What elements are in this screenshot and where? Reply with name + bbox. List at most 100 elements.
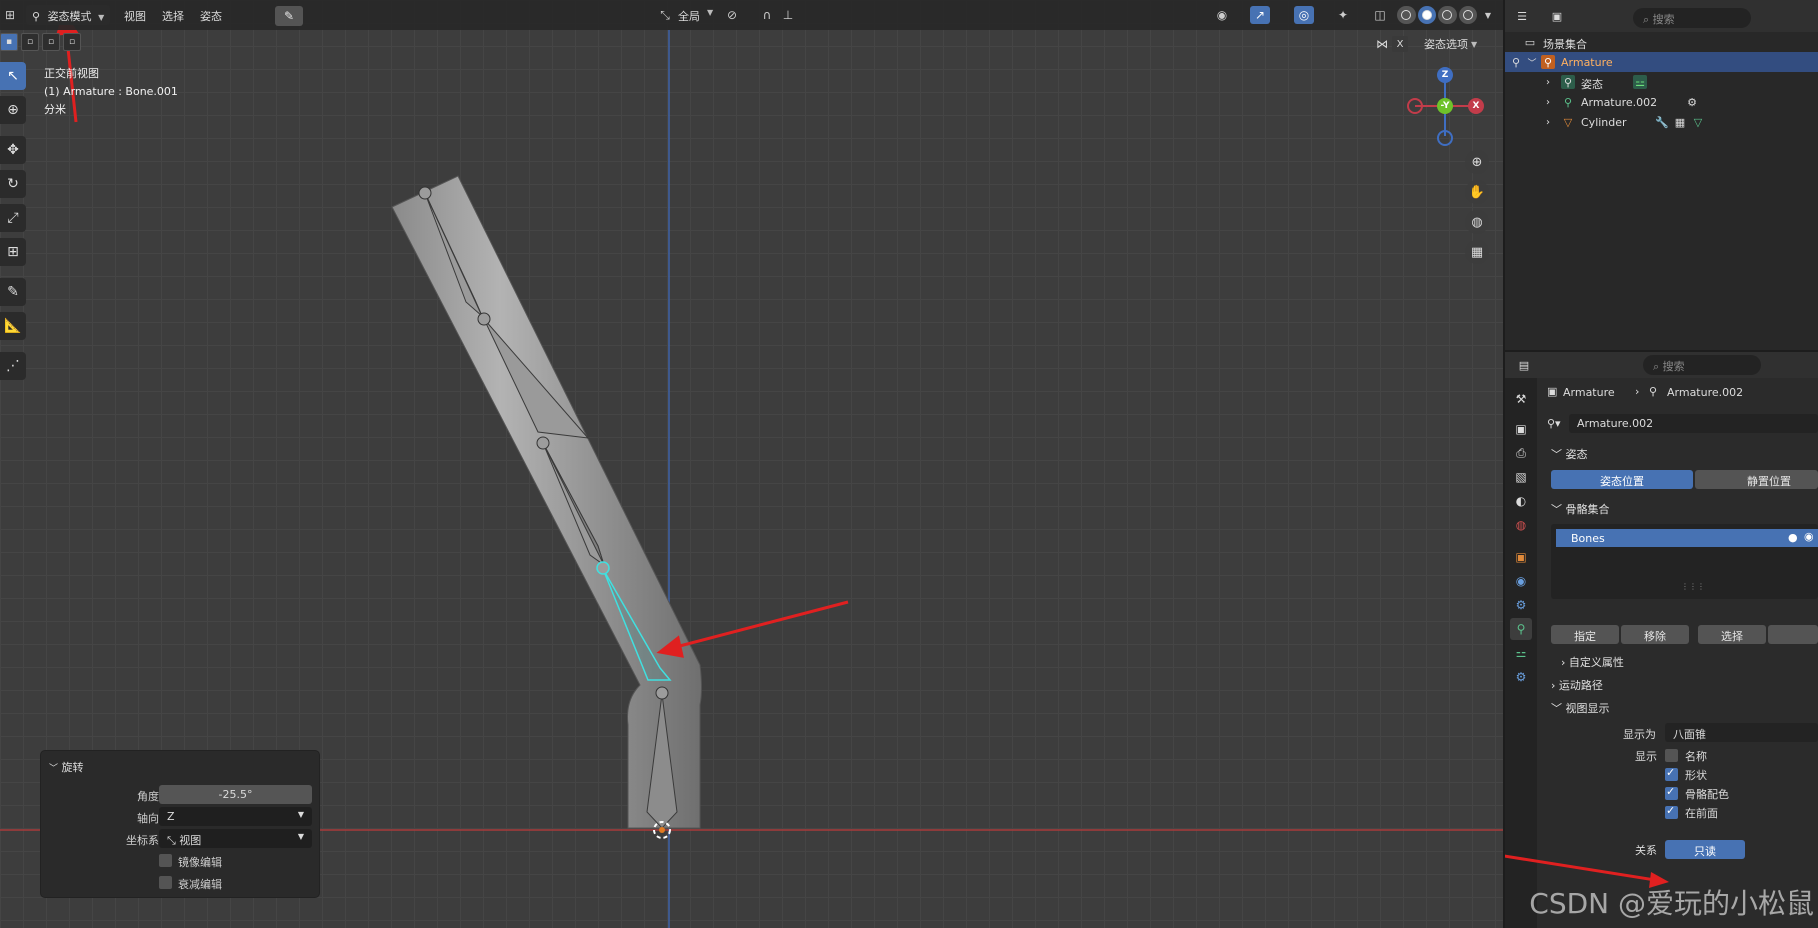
- motion-paths-header[interactable]: › 运动路径: [1551, 677, 1603, 693]
- display-mode-icon[interactable]: ☰: [1515, 9, 1529, 23]
- operator-title[interactable]: ﹀ 旋转: [49, 759, 84, 775]
- datablock-name-field[interactable]: Armature.002: [1569, 414, 1818, 433]
- gizmo-z[interactable]: Z: [1437, 67, 1453, 83]
- select-button[interactable]: 选择: [1698, 625, 1766, 644]
- scale-tool-icon[interactable]: ⤢: [0, 204, 26, 232]
- pan-hand-icon[interactable]: ✋: [1465, 180, 1489, 204]
- properties-search[interactable]: ⌕ 搜索: [1643, 355, 1761, 375]
- outliner-item-armature-002[interactable]: › ⚲ Armature.002 ⚙: [1505, 92, 1818, 112]
- chevron-down-icon[interactable]: ▼: [1478, 6, 1498, 24]
- armature-data-tab-icon[interactable]: ⚲: [1510, 618, 1532, 640]
- menu-select[interactable]: 选择: [162, 8, 184, 24]
- pose-position-button[interactable]: 姿态位置: [1551, 470, 1693, 489]
- zoom-icon[interactable]: ⊕: [1465, 150, 1489, 174]
- display-as-select[interactable]: 八面锥: [1665, 723, 1818, 742]
- viewport-display-header[interactable]: ﹀ 视图显示: [1551, 700, 1610, 716]
- navigation-gizmo[interactable]: Z -Y X: [1405, 64, 1484, 146]
- rotate-tool-icon[interactable]: ↻: [0, 170, 26, 198]
- physics-tab-icon[interactable]: ◉: [1510, 570, 1532, 592]
- angle-field[interactable]: -25.5°: [159, 785, 312, 804]
- annotate-tool-icon[interactable]: ✎: [0, 278, 26, 306]
- bone-tab-icon[interactable]: ⚍: [1510, 642, 1532, 664]
- overlay-toggle-icon[interactable]: ◎: [1294, 6, 1314, 24]
- bone-constraint-tab-icon[interactable]: ⚙: [1510, 666, 1532, 688]
- filter-icon[interactable]: ▣: [1550, 9, 1564, 23]
- scene-tab-icon[interactable]: ◐: [1510, 490, 1532, 512]
- menu-view[interactable]: 视图: [124, 8, 146, 24]
- mirror-checkbox[interactable]: [159, 854, 172, 867]
- axis-select[interactable]: Z ▼: [159, 807, 312, 826]
- select-intersect-icon[interactable]: ▫: [63, 33, 81, 51]
- transform-tool-icon[interactable]: ⊞: [0, 238, 26, 266]
- select-extend-icon[interactable]: ▫: [21, 33, 39, 51]
- bone-overlay-icon[interactable]: ✦: [1333, 6, 1353, 24]
- tool-tab-icon[interactable]: ⚒: [1510, 388, 1532, 410]
- xray-icon[interactable]: ◫: [1370, 6, 1390, 24]
- snap-target-icon[interactable]: ⊥: [778, 6, 798, 24]
- pivot-icon[interactable]: ⊘: [722, 6, 742, 24]
- transform-orientation[interactable]: 全局: [678, 8, 700, 24]
- world-tab-icon[interactable]: ◍: [1510, 514, 1532, 536]
- assign-button[interactable]: 指定: [1551, 625, 1619, 644]
- chevron-right-icon[interactable]: ›: [1541, 75, 1555, 89]
- show-in-front-checkbox[interactable]: [1665, 804, 1678, 819]
- bone-collections-section-header[interactable]: ﹀ 骨骼集合: [1551, 501, 1610, 517]
- gizmo-toggle-icon[interactable]: ↗: [1250, 6, 1270, 24]
- material-shading-button[interactable]: [1438, 6, 1457, 24]
- grid-view-icon[interactable]: ▦: [1465, 240, 1489, 264]
- constraint-tab-icon[interactable]: ⚙: [1510, 594, 1532, 616]
- outliner-item-armature[interactable]: ⚲ ﹀ ⚲ Armature: [1505, 52, 1818, 72]
- outliner-item-pose[interactable]: › ⚲ 姿态 ⚍: [1505, 72, 1818, 92]
- chevron-down-icon[interactable]: ﹀: [1525, 55, 1539, 69]
- editor-type-icon[interactable]: ▤: [1517, 358, 1531, 372]
- resize-handle-icon[interactable]: ⋮⋮⋮: [1681, 582, 1705, 591]
- mirror-x-icon[interactable]: ⋈: [1376, 37, 1388, 51]
- wireframe-shading-button[interactable]: [1397, 6, 1416, 24]
- select-tool-icon[interactable]: ↖: [0, 62, 26, 90]
- rendered-shading-button[interactable]: [1458, 6, 1477, 24]
- object-tab-icon[interactable]: ▣: [1510, 546, 1532, 568]
- show-bone-colors-checkbox[interactable]: [1665, 785, 1678, 800]
- bone-collection-list[interactable]: Bones ● ◉ ⋮⋮⋮: [1551, 524, 1818, 599]
- gizmo-neg-y[interactable]: -Y: [1437, 98, 1453, 114]
- 3d-viewport[interactable]: ⊞ ⚲ 姿态模式 ▼ 视图 选择 姿态 ✎ ⤡ 全局 ▼ ⊘ ∩ ⊥ ◉ ↗ ◎…: [0, 0, 1503, 928]
- camera-icon[interactable]: ◍: [1465, 210, 1489, 234]
- orientation-icon[interactable]: ⤡: [655, 6, 675, 24]
- rest-position-button[interactable]: 静置位置: [1695, 470, 1818, 489]
- x-mirror-toggle[interactable]: X: [1392, 36, 1408, 52]
- gizmo-x[interactable]: X: [1468, 98, 1484, 114]
- render-tab-icon[interactable]: ▣: [1510, 418, 1532, 440]
- cursor-tool-icon[interactable]: ⊕: [0, 96, 26, 124]
- move-tool-icon[interactable]: ✥: [0, 136, 26, 164]
- solid-shading-button[interactable]: [1417, 6, 1436, 24]
- eyedropper-icon[interactable]: ✎: [275, 6, 303, 26]
- eye-icon[interactable]: ◉: [1804, 530, 1814, 543]
- measure-tool-icon[interactable]: 📐: [0, 312, 26, 340]
- pose-tool-icon[interactable]: ⋰: [0, 352, 26, 380]
- editor-type-icon[interactable]: ⊞: [0, 6, 20, 24]
- show-shape-checkbox[interactable]: [1665, 766, 1678, 781]
- relation-button[interactable]: 只读: [1665, 840, 1745, 859]
- remove-button[interactable]: 移除: [1621, 625, 1689, 644]
- datablock-icon[interactable]: ⚲▾: [1547, 417, 1561, 430]
- show-name-checkbox[interactable]: [1665, 749, 1678, 762]
- deselect-button[interactable]: [1768, 625, 1818, 644]
- gizmo-neg-z[interactable]: [1437, 130, 1453, 146]
- outliner-item-cylinder[interactable]: › ▽ Cylinder 🔧 ▦ ▽: [1505, 112, 1818, 132]
- outliner-search[interactable]: ⌕ 搜索: [1633, 8, 1751, 28]
- visibility-icon[interactable]: ◉: [1212, 6, 1232, 24]
- pose-options-dropdown[interactable]: 姿态选项: [1424, 36, 1468, 52]
- chevron-right-icon[interactable]: ›: [1541, 115, 1555, 129]
- select-subtract-icon[interactable]: ▫: [42, 33, 60, 51]
- chevron-right-icon[interactable]: ›: [1541, 95, 1555, 109]
- custom-props-header[interactable]: › 自定义属性: [1561, 654, 1624, 670]
- gizmo-neg-x[interactable]: [1407, 98, 1423, 114]
- proportional-checkbox[interactable]: [159, 876, 172, 889]
- scene-collection-row[interactable]: ▭ 场景集合: [1505, 32, 1818, 52]
- pose-section-header[interactable]: ﹀ 姿态: [1551, 446, 1588, 462]
- snap-icon[interactable]: ∩: [757, 6, 777, 24]
- orientation-select[interactable]: ⤡ 视图 ▼: [159, 829, 312, 848]
- output-tab-icon[interactable]: ⎙: [1510, 442, 1532, 464]
- view-layer-tab-icon[interactable]: ▧: [1510, 466, 1532, 488]
- select-new-icon[interactable]: ▪: [0, 33, 18, 51]
